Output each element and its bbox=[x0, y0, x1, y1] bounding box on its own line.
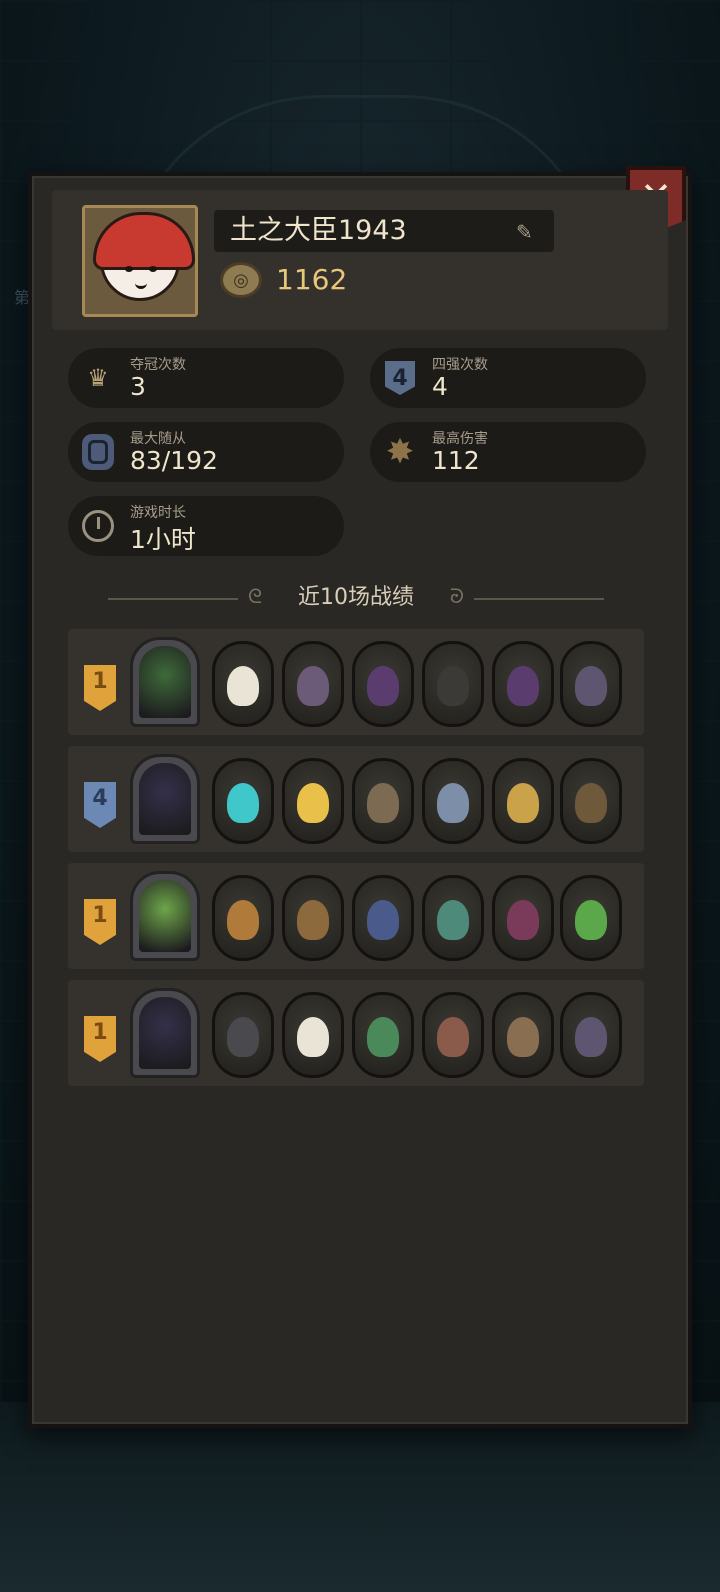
minion-figure bbox=[437, 1017, 469, 1057]
minion-figure bbox=[227, 1017, 259, 1057]
minion-portrait[interactable] bbox=[560, 875, 622, 961]
stat-value: 3 bbox=[130, 372, 146, 401]
minion-figure bbox=[575, 783, 607, 823]
minion-figure bbox=[227, 666, 259, 706]
dungeon-floor bbox=[0, 1402, 720, 1592]
stat-value: 1小时 bbox=[130, 525, 196, 554]
minion-figure bbox=[227, 900, 259, 940]
edit-name-icon[interactable]: ✎ bbox=[516, 220, 533, 244]
history-divider: ᘓ ᘒ 近10场战绩 bbox=[108, 582, 604, 614]
minion-badge-icon bbox=[78, 432, 118, 472]
minion-figure bbox=[367, 783, 399, 823]
minion-portrait[interactable] bbox=[492, 758, 554, 844]
minion-portrait[interactable] bbox=[422, 875, 484, 961]
crown-icon: ♛ bbox=[87, 364, 109, 392]
minion-portrait[interactable] bbox=[212, 641, 274, 727]
minion-figure bbox=[297, 1017, 329, 1057]
stat-value: 4 bbox=[432, 372, 448, 401]
minion-figure bbox=[437, 666, 469, 706]
damage-star-icon: ✸ bbox=[385, 432, 415, 472]
minion-figure bbox=[507, 1017, 539, 1057]
match-row[interactable]: 1 bbox=[68, 629, 644, 735]
red-hood-girl-avatar-icon bbox=[93, 212, 195, 301]
minion-portrait[interactable] bbox=[282, 758, 344, 844]
minion-portrait[interactable] bbox=[422, 992, 484, 1078]
minion-portrait[interactable] bbox=[212, 992, 274, 1078]
minion-portrait[interactable] bbox=[352, 992, 414, 1078]
minion-figure bbox=[507, 666, 539, 706]
match-row[interactable]: 1 bbox=[68, 980, 644, 1086]
avatar[interactable] bbox=[82, 205, 198, 317]
hero-portrait[interactable] bbox=[130, 637, 200, 727]
minion-figure bbox=[507, 783, 539, 823]
history-title: 近10场战绩 bbox=[298, 585, 414, 610]
minion-figure bbox=[507, 900, 539, 940]
match-row[interactable]: 1 bbox=[68, 863, 644, 969]
minion-figure bbox=[575, 900, 607, 940]
minion-figure bbox=[575, 666, 607, 706]
shield-four-icon: 4 bbox=[380, 358, 420, 398]
minion-figure bbox=[575, 1017, 607, 1057]
minion-portrait[interactable] bbox=[492, 875, 554, 961]
hero-portrait[interactable] bbox=[130, 754, 200, 844]
minion-figure bbox=[367, 1017, 399, 1057]
minion-portrait[interactable] bbox=[560, 641, 622, 727]
clock-icon bbox=[78, 506, 118, 546]
minion-portrait[interactable] bbox=[352, 875, 414, 961]
minion-portrait[interactable] bbox=[492, 992, 554, 1078]
stat-max-damage: ✸ 最高伤害 112 bbox=[370, 422, 646, 482]
stat-championships: ♛ 夺冠次数 3 bbox=[68, 348, 344, 408]
match-row[interactable]: 4 bbox=[68, 746, 644, 852]
stat-label: 夺冠次数 bbox=[130, 357, 186, 373]
hero-portrait[interactable] bbox=[130, 871, 200, 961]
minion-portrait[interactable] bbox=[282, 641, 344, 727]
rank-badge: 1 bbox=[84, 899, 116, 945]
minion-figure bbox=[367, 900, 399, 940]
minion-portrait[interactable] bbox=[212, 758, 274, 844]
stat-top-four: 4 四强次数 4 bbox=[370, 348, 646, 408]
rating-coin-icon: ◎ bbox=[220, 262, 262, 298]
minion-portrait[interactable] bbox=[560, 758, 622, 844]
minion-portrait[interactable] bbox=[352, 758, 414, 844]
minion-figure bbox=[227, 783, 259, 823]
minion-figure bbox=[297, 900, 329, 940]
minion-figure bbox=[297, 666, 329, 706]
minion-portrait[interactable] bbox=[282, 875, 344, 961]
minion-figure bbox=[437, 900, 469, 940]
minion-figure bbox=[297, 783, 329, 823]
stat-value: 83/192 bbox=[130, 446, 218, 475]
stat-label: 最高伤害 bbox=[432, 431, 488, 447]
stat-max-minion: 最大随从 83/192 bbox=[68, 422, 344, 482]
rating-value: 1162 bbox=[276, 263, 348, 296]
minion-portrait[interactable] bbox=[560, 992, 622, 1078]
hero-portrait[interactable] bbox=[130, 988, 200, 1078]
rank-badge: 1 bbox=[84, 1016, 116, 1062]
rank-badge: 4 bbox=[84, 782, 116, 828]
stat-value: 112 bbox=[432, 446, 480, 475]
minion-portrait[interactable] bbox=[212, 875, 274, 961]
player-name: 土之大臣1943 bbox=[230, 215, 407, 246]
stat-label: 四强次数 bbox=[432, 357, 488, 373]
minion-portrait[interactable] bbox=[492, 641, 554, 727]
minion-portrait[interactable] bbox=[352, 641, 414, 727]
stat-play-time: 游戏时长 1小时 bbox=[68, 496, 344, 556]
minion-portrait[interactable] bbox=[282, 992, 344, 1078]
minion-figure bbox=[367, 666, 399, 706]
rank-badge: 1 bbox=[84, 665, 116, 711]
stat-label: 游戏时长 bbox=[130, 505, 186, 521]
minion-portrait[interactable] bbox=[422, 758, 484, 844]
stat-label: 最大随从 bbox=[130, 431, 186, 447]
minion-figure bbox=[437, 783, 469, 823]
minion-portrait[interactable] bbox=[422, 641, 484, 727]
